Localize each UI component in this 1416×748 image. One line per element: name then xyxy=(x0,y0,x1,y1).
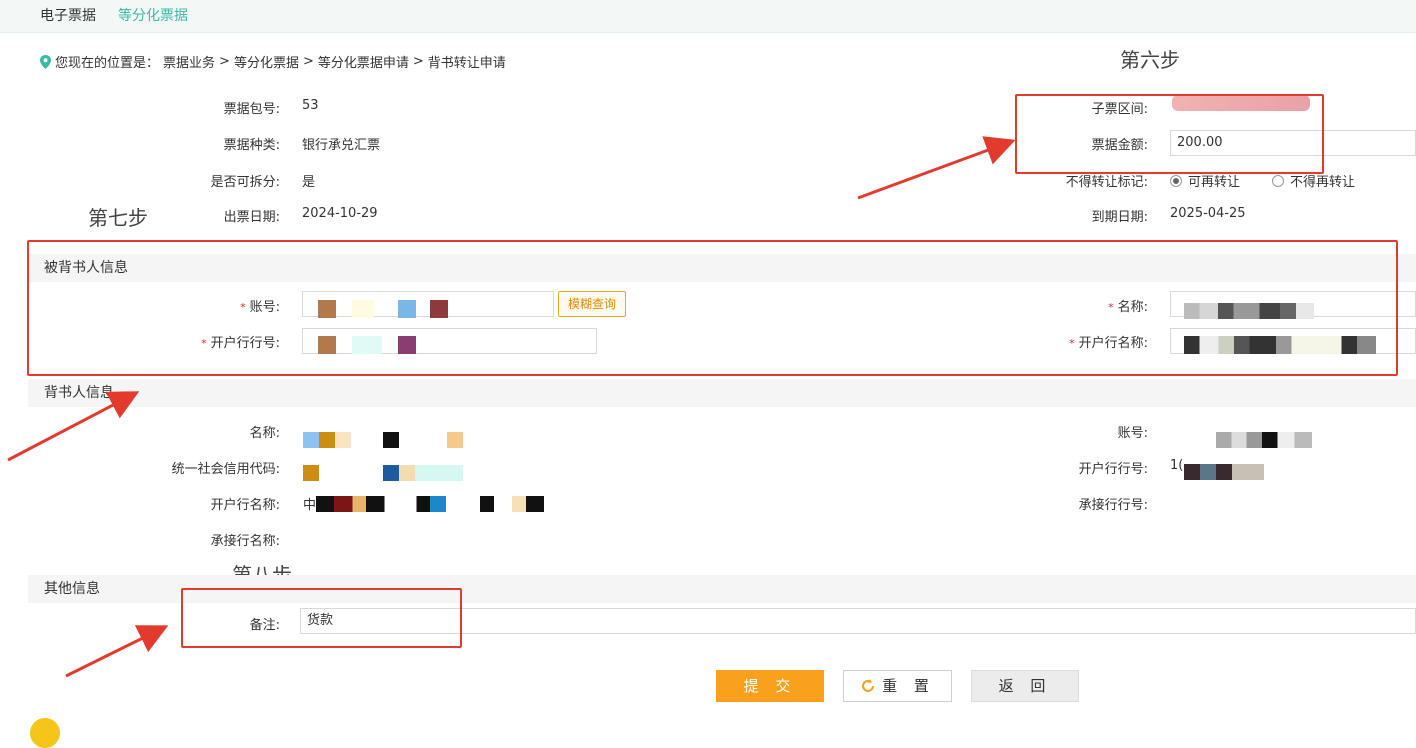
arrow-step7 xyxy=(7,391,140,462)
reset-button-label: 重 置 xyxy=(882,677,935,695)
back-button[interactable]: 返 回 xyxy=(971,670,1079,702)
reset-button[interactable]: 重 置 xyxy=(843,670,952,702)
floating-help-icon[interactable] xyxy=(30,718,60,748)
arrow-step8 xyxy=(65,625,169,678)
arrow-step6 xyxy=(857,136,1016,200)
annotation-arrows xyxy=(7,136,1016,678)
refresh-icon xyxy=(862,679,875,692)
submit-button[interactable]: 提 交 xyxy=(716,670,824,702)
